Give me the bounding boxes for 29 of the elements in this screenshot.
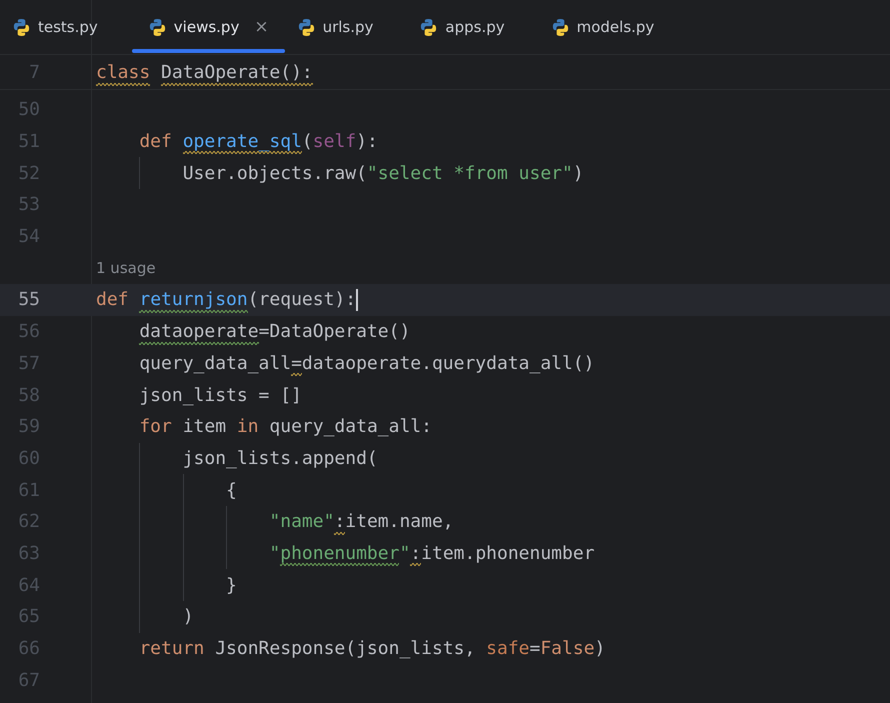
code-line: User.objects.raw("select *from user") — [182, 162, 584, 184]
code-line: ) — [182, 606, 194, 628]
code-line: "name":item.name, — [269, 511, 454, 532]
close-icon[interactable]: × — [254, 17, 269, 37]
file-tab[interactable]: views.py × — [132, 0, 285, 54]
python-icon — [419, 18, 438, 36]
code-line: json_lists = [] — [139, 384, 302, 406]
code-line: } — [226, 574, 237, 596]
file-tab[interactable]: models.py — [538, 0, 688, 54]
file-tab[interactable]: urls.py — [284, 0, 408, 54]
text-cursor — [356, 288, 358, 311]
code-line: def operate_sql(self): — [139, 131, 378, 152]
code-line: "phonenumber":item.phonenumber — [269, 542, 595, 564]
code-line: { — [226, 480, 237, 501]
python-icon — [12, 18, 31, 36]
code-line: query_data_all=dataoperate.querydata_all() — [139, 352, 595, 374]
file-tab[interactable]: apps.py — [407, 0, 539, 54]
code-line: dataoperate=DataOperate() — [139, 321, 410, 342]
line-number: 55 — [17, 289, 40, 310]
file-tab[interactable]: tests.py — [0, 0, 132, 54]
python-icon — [296, 18, 316, 36]
code-line: class DataOperate(): — [96, 62, 313, 82]
python-icon — [550, 18, 570, 36]
code-line: def returnjson(request): — [96, 289, 356, 310]
code-line: json_lists.append( — [182, 448, 378, 469]
usage-hint[interactable]: 1 usage — [96, 259, 156, 278]
code-line: for item in query_data_all: — [139, 416, 432, 438]
python-icon — [148, 18, 167, 36]
code-line: return JsonResponse(json_lists, safe=False) — [139, 638, 606, 660]
